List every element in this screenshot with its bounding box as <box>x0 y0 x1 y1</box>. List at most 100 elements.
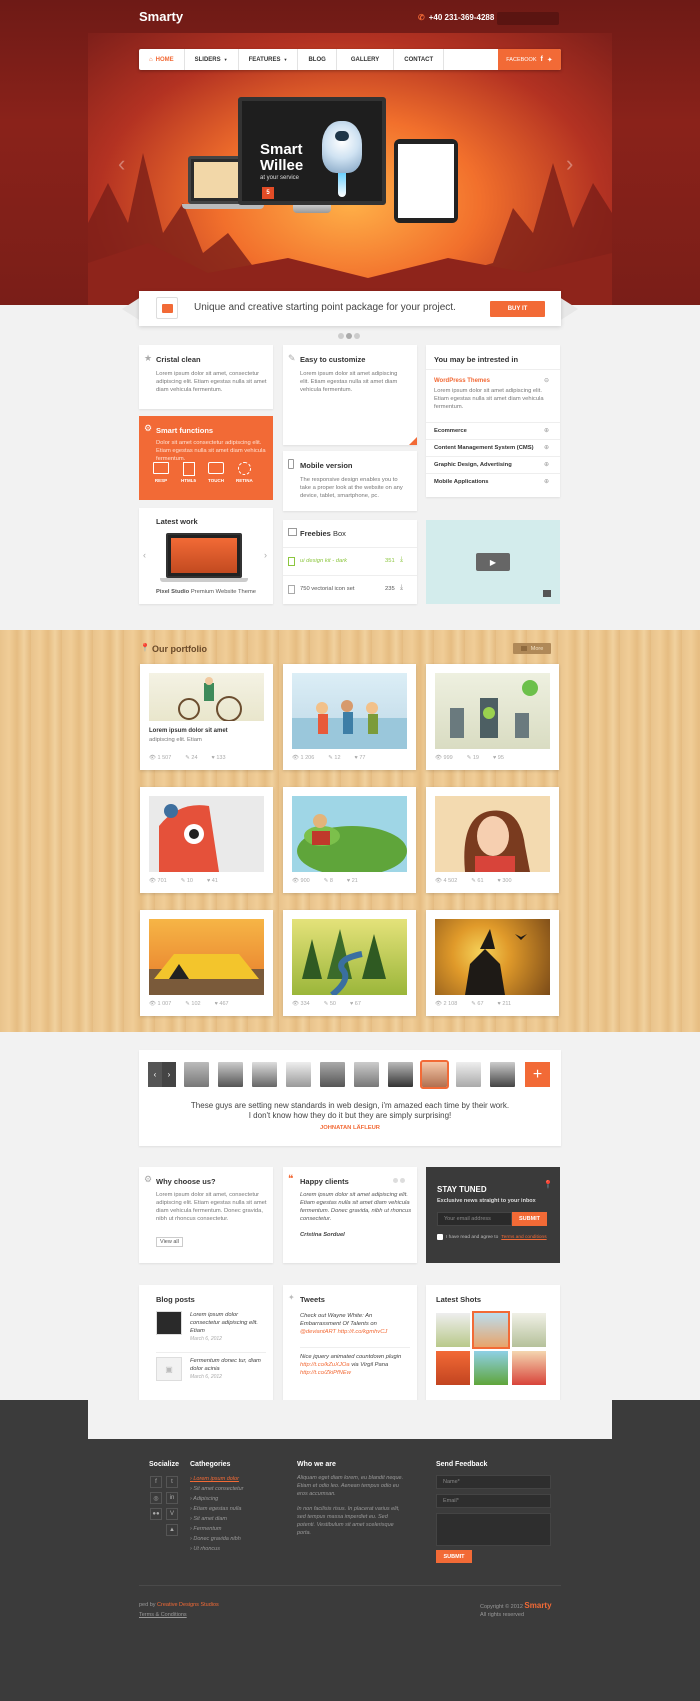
dribbble-icon[interactable]: ◎ <box>150 1492 162 1504</box>
nav-gallery[interactable]: GALLERY <box>337 49 395 70</box>
avatar[interactable] <box>320 1062 345 1087</box>
footer-category-item[interactable]: › Ut rhoncus <box>190 1544 244 1554</box>
portfolio-tile[interactable]: 👁 4 502 ✎ 61 ♥ 300 <box>426 787 559 893</box>
slider-dot[interactable] <box>346 333 352 339</box>
testimonial-prev-button[interactable]: ‹ <box>148 1062 162 1087</box>
minus-circle-icon[interactable]: ⊖ <box>544 377 549 384</box>
avatar[interactable] <box>456 1062 481 1087</box>
next-arrow-icon[interactable]: › <box>264 550 267 560</box>
feedback-email-input[interactable]: Email* <box>436 1494 551 1508</box>
top-search-box[interactable] <box>497 12 559 25</box>
interested-item[interactable]: Mobile Applications ⊕ <box>426 473 560 490</box>
interested-item[interactable]: Content Management System (CMS) ⊕ <box>426 439 560 456</box>
avatar[interactable] <box>490 1062 515 1087</box>
portfolio-more-button[interactable]: More <box>513 643 551 654</box>
play-button[interactable]: ▶ <box>476 553 510 571</box>
freebie-item[interactable]: ui design kit - dark 351 ⤓ <box>283 547 417 575</box>
eye-icon: 👁 701 <box>149 878 167 884</box>
shot-thumbnail[interactable] <box>512 1351 546 1385</box>
tweet-link[interactable]: @deviantART http://t.co/kgmhvCJ <box>300 1329 387 1335</box>
view-all-button[interactable]: View all <box>156 1237 183 1247</box>
twitter-icon[interactable]: t <box>166 1476 178 1488</box>
avatar[interactable] <box>252 1062 277 1087</box>
flickr-icon[interactable]: ●● <box>150 1508 162 1520</box>
latest-work-card: Latest work ‹ › Pixel Studio Premium Web… <box>139 508 273 604</box>
blog-post[interactable]: ▣ Fermentum donec tur, diam dolor acinia… <box>156 1357 268 1395</box>
clients-nav-dot[interactable] <box>393 1178 398 1183</box>
interested-item[interactable]: Ecommerce ⊕ <box>426 422 560 439</box>
buy-it-button[interactable]: BUY IT <box>490 301 545 317</box>
nav-features[interactable]: FEATURES ▼ <box>239 49 299 70</box>
portfolio-tile[interactable]: 👁 1 206 ✎ 12 ♥ 77 <box>283 664 416 770</box>
download-icon[interactable]: ⤓ <box>400 556 403 564</box>
shot-thumbnail[interactable] <box>474 1351 508 1385</box>
slider-prev-arrow[interactable]: ‹ <box>118 151 125 177</box>
nav-sliders[interactable]: SLIDERS ▼ <box>185 49 239 70</box>
nav-contact[interactable]: CONTACT <box>394 49 445 70</box>
footer-brand[interactable]: Smarty <box>524 1601 551 1610</box>
nav-gallery-label: GALLERY <box>350 56 380 63</box>
avatar-active[interactable] <box>420 1060 449 1089</box>
facebook-label[interactable]: FACEBOOK <box>506 57 536 63</box>
prev-arrow-icon[interactable]: ‹ <box>143 550 146 560</box>
tweet-link[interactable]: http://t.co/kZuXJOa <box>300 1362 350 1368</box>
forrst-icon[interactable]: ▲ <box>166 1524 178 1536</box>
agree-checkbox[interactable] <box>437 1234 443 1240</box>
download-icon[interactable]: ⤓ <box>400 584 403 592</box>
shot-thumbnail[interactable] <box>512 1313 546 1347</box>
newsletter-submit-button[interactable]: SUBMIT <box>512 1212 547 1226</box>
portfolio-tile[interactable]: 👁 1 007 ✎ 102 ♥ 467 <box>140 910 273 1016</box>
video-player[interactable]: ▶ <box>426 520 560 604</box>
facebook-icon[interactable]: f <box>150 1476 162 1488</box>
portfolio-tile[interactable]: 👁 999 ✎ 19 ♥ 95 <box>426 664 559 770</box>
portfolio-tile[interactable]: 👁 2 108 ✎ 67 ♥ 211 <box>426 910 559 1016</box>
designed-by-link[interactable]: Creative Designs Studios <box>157 1602 219 1608</box>
avatar[interactable] <box>388 1062 413 1087</box>
twitter-icon[interactable]: ✦ <box>547 56 553 64</box>
comment-icon: ✎ 102 <box>185 1001 201 1007</box>
interested-first-item[interactable]: WordPress Themes <box>434 378 490 384</box>
slider-dot[interactable] <box>338 333 344 339</box>
footer-category-item[interactable]: › Lorem ipsum dolor <box>190 1474 244 1484</box>
footer-category-item[interactable]: › Adipiscing <box>190 1494 244 1504</box>
feedback-name-input[interactable]: Name* <box>436 1475 551 1489</box>
slider-dot[interactable] <box>354 333 360 339</box>
footer-category-item[interactable]: › Sit amet consectetur <box>190 1484 244 1494</box>
nav-blog[interactable]: BLOG <box>298 49 337 70</box>
footer-category-item[interactable]: › Donec gravida nibh <box>190 1534 244 1544</box>
facebook-icon[interactable]: f <box>541 56 543 63</box>
tweet-link[interactable]: http://t.co/ZkiPfNEw <box>300 1370 351 1376</box>
footer-category-item[interactable]: › Sit amet diam <box>190 1514 244 1524</box>
portfolio-tile[interactable]: 👁 334 ✎ 50 ♥ 67 <box>283 910 416 1016</box>
blog-post[interactable]: Lorem ipsum dolor consectetur adipiscing… <box>156 1311 268 1349</box>
vimeo-icon[interactable]: V <box>166 1508 178 1520</box>
latest-work-thumbnail[interactable] <box>166 533 242 578</box>
testimonial-next-button[interactable]: › <box>162 1062 176 1087</box>
feedback-message-textarea[interactable] <box>436 1513 551 1546</box>
avatar[interactable] <box>354 1062 379 1087</box>
footer-category-item[interactable]: › Fermentum <box>190 1524 244 1534</box>
portfolio-tile[interactable]: Lorem ipsum dolor sit amet adipiscing el… <box>140 664 273 770</box>
feedback-submit-button[interactable]: SUBMIT <box>436 1550 472 1563</box>
clients-nav-dot[interactable] <box>400 1178 405 1183</box>
portfolio-tile[interactable]: 👁 900 ✎ 8 ♥ 21 <box>283 787 416 893</box>
newsletter-email-input[interactable]: Your email address <box>437 1212 512 1226</box>
interested-item[interactable]: Graphic Design, Advertising ⊕ <box>426 456 560 473</box>
freebie-item[interactable]: 750 vectorial icon set 235 ⤓ <box>283 575 417 603</box>
testimonial-add-button[interactable]: + <box>525 1062 550 1087</box>
slider-next-arrow[interactable]: › <box>566 151 573 177</box>
shot-thumbnail[interactable] <box>436 1313 470 1347</box>
nav-home[interactable]: ⌂ HOME <box>139 49 185 70</box>
avatar[interactable] <box>184 1062 209 1087</box>
shot-thumbnail[interactable] <box>436 1351 470 1385</box>
footer-category-item[interactable]: › Etiam egestas nulla <box>190 1504 244 1514</box>
logo[interactable]: Smarty <box>139 9 183 24</box>
shot-thumbnail[interactable] <box>472 1311 510 1349</box>
fullscreen-icon[interactable] <box>543 590 551 597</box>
linkedin-icon[interactable]: in <box>166 1492 178 1504</box>
avatar[interactable] <box>286 1062 311 1087</box>
avatar[interactable] <box>218 1062 243 1087</box>
terms-link[interactable]: Terms and conditions <box>501 1235 546 1240</box>
footer-terms-link[interactable]: Terms & Conditions <box>139 1612 187 1618</box>
portfolio-tile[interactable]: 👁 701 ✎ 10 ♥ 41 <box>140 787 273 893</box>
